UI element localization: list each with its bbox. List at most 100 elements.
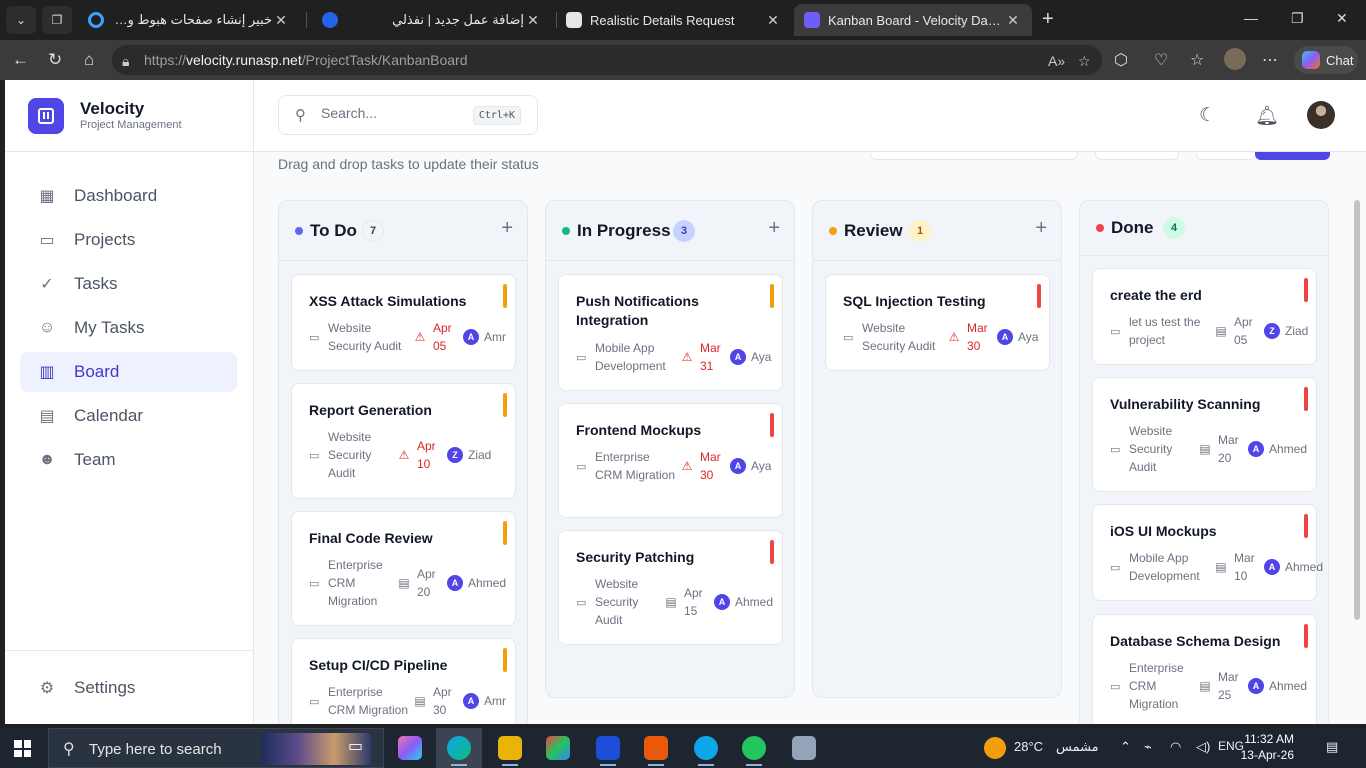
bell-icon[interactable]: 🔔︎ bbox=[1255, 104, 1279, 128]
weather-sun-icon[interactable] bbox=[984, 737, 1006, 759]
app-icon[interactable] bbox=[644, 736, 668, 766]
maximize-icon[interactable]: ❐ bbox=[1291, 10, 1304, 27]
refresh-icon[interactable]: ↻ bbox=[48, 50, 62, 70]
task-card[interactable]: Final Code Review ▭ Enterprise CRM Migra… bbox=[291, 511, 516, 626]
task-card[interactable]: Frontend Mockups ▭ Enterprise CRM Migrat… bbox=[558, 403, 783, 518]
project-filter-select[interactable] bbox=[870, 152, 1078, 160]
task-card[interactable]: iOS UI Mockups ▭ Mobile App Development … bbox=[1092, 504, 1323, 601]
browser-tab[interactable]: إضافة عمل جديد | نفذلي ✕ bbox=[312, 4, 552, 36]
favorites-icon[interactable]: ☆ bbox=[1190, 50, 1204, 70]
sidebar-item-calendar[interactable]: ▤ Calendar bbox=[20, 396, 237, 436]
sidebar-item-dashboard[interactable]: ▦ Dashboard bbox=[20, 176, 237, 216]
close-window-icon[interactable]: ✕ bbox=[1336, 10, 1348, 27]
address-bar[interactable]: 🔒︎ https://velocity.runasp.net/ProjectTa… bbox=[112, 45, 1102, 75]
add-task-button[interactable] bbox=[1255, 152, 1330, 160]
tab-actions-button[interactable]: ⌄ bbox=[6, 6, 36, 34]
extensions-icon[interactable]: ⬡ bbox=[1114, 50, 1128, 70]
copilot-chat-button[interactable]: Chat bbox=[1294, 46, 1358, 74]
close-tab-icon[interactable]: ✕ bbox=[1004, 12, 1022, 29]
column-header: Done 4 bbox=[1080, 201, 1328, 256]
network-icon[interactable]: ⌁ bbox=[1144, 739, 1152, 755]
url-text[interactable]: https://velocity.runasp.net/ProjectTask/… bbox=[144, 52, 468, 68]
task-card[interactable]: Report Generation ▭ Website Security Aud… bbox=[291, 383, 516, 499]
file-explorer-icon[interactable] bbox=[498, 736, 522, 766]
sidebar-item-label: Tasks bbox=[74, 274, 118, 293]
board-icon: ▥ bbox=[39, 364, 55, 381]
task-title: XSS Attack Simulations bbox=[309, 293, 467, 309]
workspaces-button[interactable]: ❐ bbox=[42, 6, 72, 34]
temperature[interactable]: 28°C bbox=[1014, 739, 1043, 754]
store-icon[interactable] bbox=[546, 736, 570, 760]
task-card[interactable]: Vulnerability Scanning ▭ Website Securit… bbox=[1092, 377, 1317, 492]
weather-condition[interactable]: مشمس bbox=[1056, 739, 1099, 755]
assignee-name: Ahmed bbox=[468, 576, 507, 590]
add-task-plus-icon[interactable]: + bbox=[501, 217, 513, 240]
volume-icon[interactable]: ◁) bbox=[1196, 739, 1210, 755]
moon-icon[interactable]: ☾ bbox=[1199, 104, 1216, 127]
more-options-icon[interactable]: ⋯ bbox=[1262, 50, 1278, 70]
sidebar-item-settings[interactable]: ⚙ Settings bbox=[20, 668, 237, 708]
sidebar-item-tasks[interactable]: ✓ Tasks bbox=[20, 264, 237, 304]
minimize-icon[interactable]: — bbox=[1244, 10, 1258, 26]
copilot-icon bbox=[1302, 51, 1320, 69]
favorite-star-icon[interactable]: ☆ bbox=[1078, 53, 1091, 70]
home-icon[interactable]: ⌂ bbox=[84, 50, 94, 70]
task-card[interactable]: Database Schema Design ▭ Enterprise CRM … bbox=[1092, 614, 1317, 724]
page-scrollbar[interactable] bbox=[1354, 200, 1360, 620]
notification-center-icon[interactable]: ▤ bbox=[1326, 739, 1338, 755]
assignee-name: Ahmed bbox=[735, 595, 774, 609]
user-avatar[interactable] bbox=[1307, 101, 1335, 129]
browser-tab[interactable]: Realistic Details Request ✕ bbox=[556, 4, 792, 36]
add-task-plus-icon[interactable]: + bbox=[1035, 217, 1047, 240]
filter-button[interactable] bbox=[1095, 152, 1179, 160]
taskbar-clock[interactable]: 11:32 AM 13-Apr-26 bbox=[1224, 731, 1294, 763]
taskbar-search[interactable]: ⚲ Type here to search bbox=[48, 728, 384, 768]
notepad-icon[interactable] bbox=[792, 736, 816, 760]
wifi-icon[interactable]: ◠ bbox=[1170, 739, 1181, 755]
lock-icon[interactable]: 🔒︎ bbox=[122, 53, 129, 70]
task-card[interactable]: SQL Injection Testing ▭ Website Security… bbox=[825, 274, 1050, 371]
task-card[interactable]: XSS Attack Simulations ▭ Website Securit… bbox=[291, 274, 516, 371]
search-box[interactable]: ⚲ Ctrl+K bbox=[278, 95, 538, 135]
task-card[interactable]: Push Notifications Integration ▭ Mobile … bbox=[558, 274, 783, 391]
add-task-plus-icon[interactable]: + bbox=[768, 217, 780, 240]
browser-essentials-icon[interactable]: ♡ bbox=[1154, 50, 1168, 70]
priority-bar bbox=[1304, 624, 1308, 648]
task-project: Mobile App Development bbox=[1129, 551, 1200, 583]
profile-avatar[interactable] bbox=[1224, 48, 1246, 70]
tray-chevron-icon[interactable]: ⌃ bbox=[1120, 739, 1131, 755]
sidebar-item-my-tasks[interactable]: ☺ My Tasks bbox=[20, 308, 237, 348]
new-tab-button[interactable]: + bbox=[1042, 8, 1054, 31]
back-icon[interactable]: ← bbox=[12, 50, 29, 70]
sidebar-item-team[interactable]: ☻ Team bbox=[20, 440, 237, 480]
close-tab-icon[interactable]: ✕ bbox=[272, 12, 290, 29]
browser-tab-active[interactable]: Kanban Board - Velocity Dashboard ✕ bbox=[794, 4, 1032, 36]
browser-tab[interactable]: خبير إنشاء صفحات هبوط ومسارات بي ✕ bbox=[78, 4, 300, 36]
priority-bar bbox=[770, 284, 774, 308]
close-tab-icon[interactable]: ✕ bbox=[764, 12, 782, 29]
sidebar-item-projects[interactable]: ▭ Projects bbox=[20, 220, 237, 260]
task-due-date: Apr 15 bbox=[684, 586, 703, 618]
telegram-icon[interactable] bbox=[694, 736, 718, 766]
task-title: Vulnerability Scanning bbox=[1110, 396, 1261, 412]
view-toggle-button[interactable] bbox=[1196, 152, 1256, 160]
task-card[interactable]: create the erd ▭ let us test the project… bbox=[1092, 268, 1317, 365]
copilot-icon[interactable] bbox=[398, 736, 422, 760]
close-tab-icon[interactable]: ✕ bbox=[524, 12, 542, 29]
windows-start-icon[interactable] bbox=[14, 740, 31, 757]
edge-icon[interactable] bbox=[447, 736, 471, 766]
outlook-icon[interactable] bbox=[596, 736, 620, 766]
read-aloud-icon[interactable]: A» bbox=[1048, 53, 1065, 69]
task-view-icon[interactable]: ▭ bbox=[348, 736, 372, 760]
calendar-icon: ▤ bbox=[39, 408, 55, 425]
priority-bar bbox=[770, 540, 774, 564]
task-due-date: Mar 20 bbox=[1218, 433, 1239, 465]
task-card[interactable]: Setup CI/CD Pipeline ▭ Enterprise CRM Mi… bbox=[291, 638, 516, 724]
column-title: Done bbox=[1111, 218, 1154, 237]
brand[interactable]: Velocity Project Management bbox=[5, 80, 254, 152]
task-card[interactable]: Security Patching ▭ Website Security Aud… bbox=[558, 530, 783, 645]
sidebar-item-board[interactable]: ▥ Board bbox=[20, 352, 237, 392]
whatsapp-icon[interactable] bbox=[742, 736, 766, 766]
tab-title: Realistic Details Request bbox=[590, 12, 735, 28]
search-input[interactable] bbox=[321, 105, 461, 121]
